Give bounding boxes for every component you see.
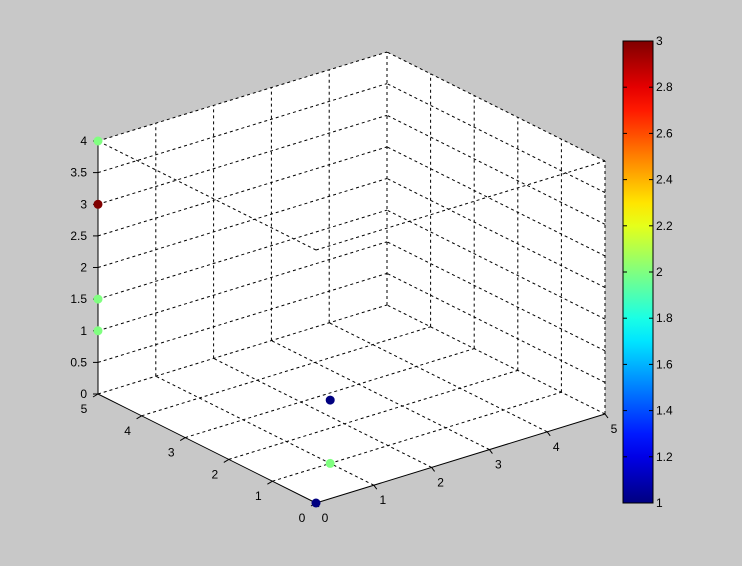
data-point <box>93 136 103 146</box>
y-tick <box>267 480 273 485</box>
z-tick-label: 3.5 <box>70 166 87 180</box>
x-tick-label: 1 <box>379 493 386 507</box>
y-tick-label: 4 <box>124 424 131 438</box>
data-point <box>311 498 321 508</box>
z-tick-label: 0.5 <box>70 355 87 369</box>
x-tick-label: 4 <box>553 440 560 454</box>
colorbar-tick-label: 1.2 <box>656 450 673 464</box>
colorbar-tick-label: 2.4 <box>656 173 673 187</box>
y-tick-label: 1 <box>255 489 262 503</box>
colorbar-tick-label: 3 <box>656 34 663 48</box>
x-tick-label: 2 <box>437 475 444 489</box>
z-tick-label: 3 <box>80 197 87 211</box>
colorbar-tick-label: 1.4 <box>656 404 673 418</box>
y-tick-label: 0 <box>299 511 306 525</box>
x-tick <box>488 449 493 454</box>
z-tick-label: 2.5 <box>70 229 87 243</box>
colorbar-tick-label: 2.2 <box>656 219 673 233</box>
z-tick-label: 1 <box>80 324 87 338</box>
data-point <box>325 458 335 468</box>
y-tick-label: 2 <box>211 467 218 481</box>
data-point <box>93 294 103 304</box>
z-tick-label: 4 <box>80 134 87 148</box>
data-point <box>93 326 103 336</box>
colorbar-tick-label: 2.8 <box>656 80 673 94</box>
data-point <box>93 199 103 209</box>
colorbar: 1 1.2 1.4 1.6 1.8 2 2.2 2.4 2.6 2.8 3 <box>622 34 673 510</box>
colorbar-tick-label: 1 <box>656 496 663 510</box>
colorbar-tick-label: 2.6 <box>656 126 673 140</box>
y-tick-label: 5 <box>81 402 88 416</box>
colorbar-bar <box>622 40 654 504</box>
x-tick-label: 0 <box>322 511 329 525</box>
data-point <box>325 395 335 405</box>
colorbar-tick-label: 1.8 <box>656 311 673 325</box>
figure: 01234501234500.511.522.533.54 11.21.41.6… <box>70 34 673 525</box>
x-tick-label: 3 <box>495 458 502 472</box>
colorbar-tick-label: 2 <box>656 265 663 279</box>
y-tick-label: 3 <box>168 446 175 460</box>
y-tick <box>136 415 142 420</box>
y-tick <box>223 458 230 463</box>
y-tick <box>179 437 186 442</box>
plot-area: 01234501234500.511.522.533.54 <box>70 51 618 525</box>
z-tick-label: 1.5 <box>70 292 87 306</box>
z-tick-label: 0 <box>80 387 87 401</box>
x-tick <box>546 431 551 437</box>
x-tick <box>431 467 436 472</box>
x-tick-label: 5 <box>611 422 618 436</box>
z-tick-label: 2 <box>80 261 87 275</box>
colorbar-tick-label: 1.6 <box>656 357 673 371</box>
x-tick <box>373 484 378 490</box>
x-tick <box>604 413 609 419</box>
